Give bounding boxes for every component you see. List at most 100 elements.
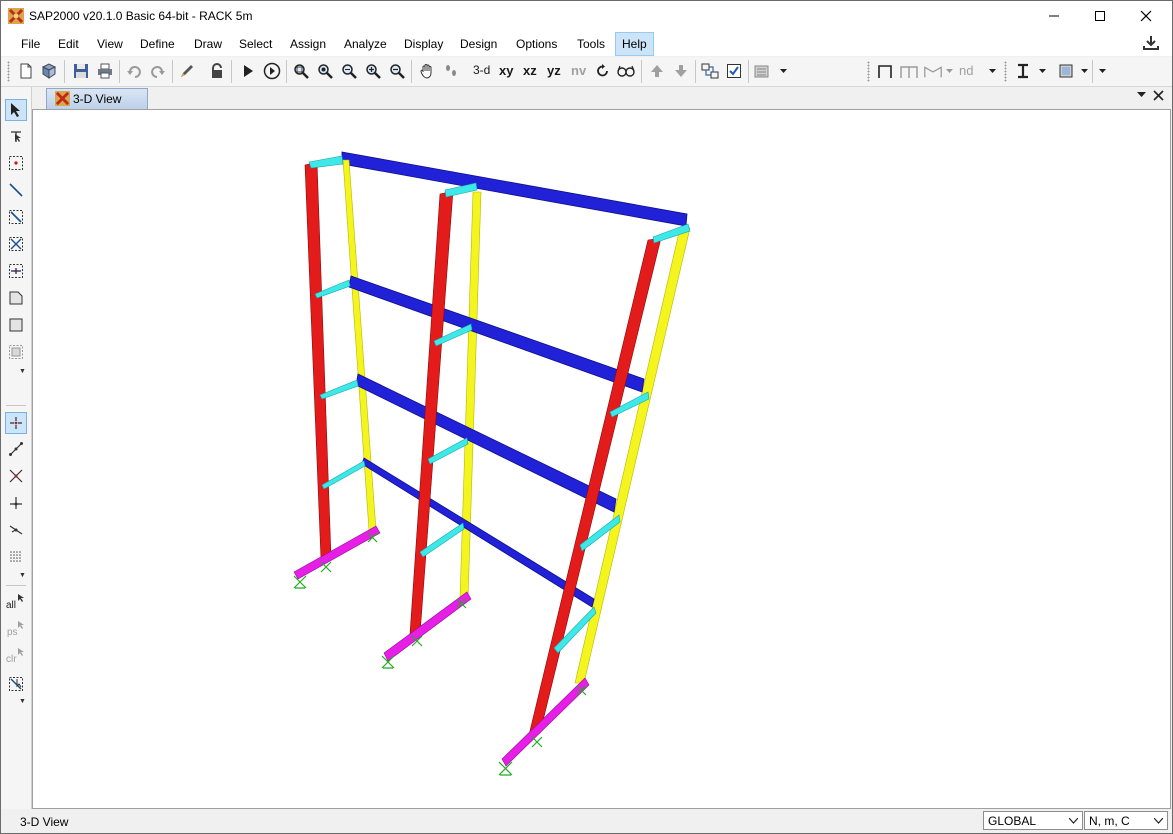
perspective-toggle-button[interactable] — [616, 61, 636, 81]
menu-select[interactable]: Select — [237, 35, 274, 53]
chevron-down-icon[interactable] — [1081, 69, 1088, 74]
view-xz-button[interactable]: xz — [523, 63, 537, 78]
chevron-down-icon[interactable] — [780, 69, 787, 74]
menu-display[interactable]: Display — [402, 35, 445, 53]
chevron-down-icon[interactable] — [1137, 92, 1146, 98]
close-button[interactable] — [1123, 1, 1169, 31]
line-icon — [9, 183, 23, 197]
toolbar-grip[interactable] — [7, 61, 10, 82]
zoom-out-button[interactable] — [387, 61, 407, 81]
restore-full-view-button[interactable] — [315, 61, 335, 81]
menu-define[interactable]: Define — [138, 35, 177, 53]
back-columns[interactable] — [342, 159, 691, 684]
view-3d-button[interactable]: 3-d — [473, 63, 490, 77]
front-columns[interactable] — [304, 161, 662, 736]
draw-joint-button[interactable] — [6, 153, 26, 173]
new-model-button[interactable] — [16, 61, 36, 81]
snap-to-perpendicular-button[interactable] — [6, 493, 26, 513]
previous-zoom-button[interactable] — [339, 61, 359, 81]
clear-selection-button[interactable]: clr — [6, 647, 26, 667]
snap-to-fine-grid-button[interactable] — [6, 547, 26, 567]
redo-button[interactable] — [148, 61, 168, 81]
refresh-window-button[interactable] — [177, 61, 197, 81]
menu-edit[interactable]: Edit — [56, 35, 81, 53]
intersecting-line-select-button[interactable] — [6, 674, 26, 694]
menu-options[interactable]: Options — [514, 35, 559, 53]
get-previous-selection-button[interactable]: ps — [6, 620, 26, 640]
menu-analyze[interactable]: Analyze — [342, 35, 389, 53]
check-model-button[interactable] — [724, 61, 744, 81]
truss-frame-button[interactable] — [923, 61, 943, 81]
chevron-down-icon[interactable]: ▼ — [19, 368, 26, 375]
area-section-button[interactable] — [1056, 61, 1076, 81]
portal-frame-button[interactable] — [899, 61, 919, 81]
menu-design[interactable]: Design — [458, 35, 499, 53]
run-now-button[interactable] — [262, 61, 282, 81]
menu-tools[interactable]: Tools — [575, 35, 607, 53]
snap-to-intersections-button[interactable] — [6, 466, 26, 486]
quick-draw-frame-button[interactable] — [6, 207, 26, 227]
pan-button[interactable] — [417, 61, 437, 81]
chevron-down-icon[interactable]: ▼ — [19, 572, 26, 579]
undo-button[interactable] — [124, 61, 144, 81]
draw-frame-button[interactable] — [875, 61, 895, 81]
draw-frame-cable-button[interactable] — [6, 180, 26, 200]
lock-model-button[interactable] — [207, 61, 227, 81]
view-yz-button[interactable]: yz — [547, 63, 561, 78]
open-model-button[interactable] — [39, 61, 59, 81]
move-down-button[interactable] — [671, 61, 691, 81]
menu-view[interactable]: View — [95, 35, 125, 53]
options-dropdown-button[interactable] — [753, 61, 773, 81]
quick-draw-braces-button[interactable] — [6, 234, 26, 254]
tab-3d-view[interactable]: 3-D View — [46, 88, 148, 109]
coordinate-system-select[interactable]: GLOBAL — [983, 811, 1083, 830]
print-button[interactable] — [95, 61, 115, 81]
beam-level-2[interactable] — [355, 373, 617, 513]
section-designer-button[interactable] — [1013, 61, 1033, 81]
reshape-button[interactable] — [6, 126, 26, 146]
close-icon[interactable] — [1153, 90, 1164, 101]
menu-draw[interactable]: Draw — [192, 35, 224, 53]
view-xy-button[interactable]: xy — [499, 63, 513, 78]
draw-rect-area-button[interactable] — [6, 315, 26, 335]
chevron-down-icon[interactable]: ▼ — [19, 698, 26, 705]
quick-draw-secondary-beams-button[interactable] — [6, 261, 26, 281]
toolbar-grip[interactable] — [1004, 61, 1007, 82]
draw-poly-area-button[interactable] — [6, 288, 26, 308]
chevron-down-icon[interactable] — [1039, 69, 1046, 74]
base-plates[interactable] — [293, 525, 590, 767]
set-display-options-button[interactable] — [700, 61, 720, 81]
view-nv-button[interactable]: nv — [571, 63, 586, 78]
download-icon[interactable] — [1142, 34, 1160, 52]
minimize-button[interactable] — [1031, 1, 1077, 31]
node-numbers-button[interactable]: nd — [959, 63, 973, 78]
zoom-in-button[interactable] — [363, 61, 383, 81]
menu-assign[interactable]: Assign — [288, 35, 328, 53]
top-beam[interactable] — [341, 151, 688, 227]
walk-button[interactable] — [441, 61, 461, 81]
menu-file[interactable]: File — [19, 35, 42, 53]
toolbar-grip[interactable] — [867, 61, 870, 82]
model-canvas[interactable] — [32, 109, 1171, 809]
move-up-button[interactable] — [647, 61, 667, 81]
quick-draw-area-button[interactable] — [6, 342, 26, 362]
pointer-icon — [18, 648, 24, 656]
pointer-select-button[interactable] — [5, 99, 27, 121]
units-select[interactable]: N, m, C — [1084, 811, 1168, 830]
select-all-button[interactable]: all — [6, 593, 26, 613]
rack-3d-model[interactable] — [33, 110, 1170, 808]
menu-help[interactable]: Help — [615, 32, 654, 56]
maximize-button[interactable] — [1077, 1, 1123, 31]
chevron-down-icon[interactable] — [989, 69, 996, 74]
run-analysis-button[interactable] — [238, 61, 258, 81]
save-button[interactable] — [71, 61, 91, 81]
rubber-band-zoom-button[interactable] — [291, 61, 311, 81]
snap-to-lines-button[interactable] — [6, 520, 26, 540]
chevron-down-icon[interactable] — [946, 69, 953, 74]
beam-level-3[interactable] — [348, 275, 645, 393]
chevron-down-icon[interactable] — [1099, 69, 1106, 74]
rotate-view-button[interactable] — [593, 61, 613, 81]
snap-to-points-button[interactable] — [5, 412, 27, 434]
snap-to-ends-button[interactable] — [6, 439, 26, 459]
play-icon — [244, 65, 253, 77]
